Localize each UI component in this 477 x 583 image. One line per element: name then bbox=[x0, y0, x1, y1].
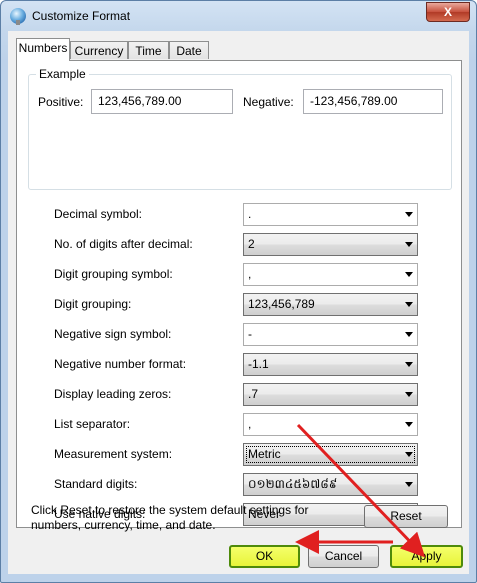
measurement-system-value: Metric bbox=[248, 447, 281, 461]
digit-grouping-label: Digit grouping: bbox=[54, 297, 132, 311]
dropdown-arrow-icon[interactable] bbox=[405, 302, 413, 307]
cancel-button[interactable]: Cancel bbox=[308, 545, 379, 568]
decimal-symbol-label: Decimal symbol: bbox=[54, 207, 143, 221]
title-bar[interactable]: Customize Format X bbox=[1, 1, 476, 31]
tab-numbers[interactable]: Numbers bbox=[16, 38, 70, 61]
dropdown-arrow-icon[interactable] bbox=[405, 362, 413, 367]
no-of-digits-after-decimal-combobox[interactable]: 2 bbox=[243, 233, 418, 256]
no-of-digits-after-decimal-label: No. of digits after decimal: bbox=[54, 237, 193, 251]
negative-example-field[interactable]: -123,456,789.00 bbox=[303, 89, 443, 114]
negative-label: Negative: bbox=[243, 95, 294, 109]
negative-number-format-value: -1.1 bbox=[248, 357, 269, 371]
window-title: Customize Format bbox=[32, 9, 131, 23]
tab-currency[interactable]: Currency bbox=[70, 41, 128, 59]
digit-grouping-symbol-label: Digit grouping symbol: bbox=[54, 267, 173, 281]
list-separator-label: List separator: bbox=[54, 417, 131, 431]
list-separator-value: , bbox=[248, 417, 252, 431]
measurement-system-label: Measurement system: bbox=[54, 447, 173, 461]
digit-grouping-combobox[interactable]: 123,456,789 bbox=[243, 293, 418, 316]
negative-number-format-label: Negative number format: bbox=[54, 357, 187, 371]
apply-button[interactable]: Apply bbox=[390, 545, 463, 568]
ok-button[interactable]: OK bbox=[229, 545, 300, 568]
display-leading-zeros-label: Display leading zeros: bbox=[54, 387, 172, 401]
display-leading-zeros-combobox[interactable]: .7 bbox=[243, 383, 418, 406]
digit-grouping-symbol-combobox[interactable]: , bbox=[243, 263, 418, 286]
dropdown-arrow-icon[interactable] bbox=[405, 242, 413, 247]
dropdown-arrow-icon[interactable] bbox=[405, 392, 413, 397]
standard-digits-label: Standard digits: bbox=[54, 477, 138, 491]
standard-digits-combobox[interactable]: ០១២៣៤៥៦៧៨៩ bbox=[243, 473, 418, 496]
customize-format-window: Customize Format X Numbers Currency Time… bbox=[0, 0, 477, 583]
globe-icon bbox=[10, 8, 26, 25]
example-group-title: Example bbox=[36, 67, 89, 81]
tab-date[interactable]: Date bbox=[169, 41, 209, 59]
positive-label: Positive: bbox=[38, 95, 84, 109]
positive-example-field[interactable]: 123,456,789.00 bbox=[91, 89, 233, 114]
close-button[interactable]: X bbox=[426, 2, 470, 22]
list-separator-combobox[interactable]: , bbox=[243, 413, 418, 436]
standard-digits-value: ០១២៣៤៥៦៧៨៩ bbox=[248, 477, 338, 491]
negative-sign-symbol-value: - bbox=[248, 327, 252, 341]
dropdown-arrow-icon[interactable] bbox=[405, 272, 413, 277]
reset-button[interactable]: Reset bbox=[364, 505, 448, 528]
display-leading-zeros-value: .7 bbox=[248, 387, 259, 401]
no-of-digits-after-decimal-value: 2 bbox=[248, 237, 255, 251]
dropdown-arrow-icon[interactable] bbox=[405, 482, 413, 487]
example-group: Example Positive: 123,456,789.00 Negativ… bbox=[28, 67, 452, 190]
measurement-system-combobox[interactable]: Metric bbox=[243, 443, 418, 466]
dropdown-arrow-icon[interactable] bbox=[405, 212, 413, 217]
dropdown-arrow-icon[interactable] bbox=[405, 422, 413, 427]
tab-time[interactable]: Time bbox=[128, 41, 169, 59]
negative-sign-symbol-combobox[interactable]: - bbox=[243, 323, 418, 346]
digit-grouping-symbol-value: , bbox=[248, 267, 252, 281]
negative-number-format-combobox[interactable]: -1.1 bbox=[243, 353, 418, 376]
digit-grouping-value: 123,456,789 bbox=[248, 297, 315, 311]
negative-sign-symbol-label: Negative sign symbol: bbox=[54, 327, 172, 341]
reset-info-text: Click Reset to restore the system defaul… bbox=[31, 503, 309, 532]
dialog-client: Numbers Currency Time Date Example Posit… bbox=[8, 31, 469, 574]
dropdown-arrow-icon[interactable] bbox=[405, 452, 413, 457]
dropdown-arrow-icon[interactable] bbox=[405, 332, 413, 337]
decimal-symbol-combobox[interactable]: . bbox=[243, 203, 418, 226]
numbers-panel: Example Positive: 123,456,789.00 Negativ… bbox=[16, 60, 462, 528]
decimal-symbol-value: . bbox=[248, 207, 252, 221]
